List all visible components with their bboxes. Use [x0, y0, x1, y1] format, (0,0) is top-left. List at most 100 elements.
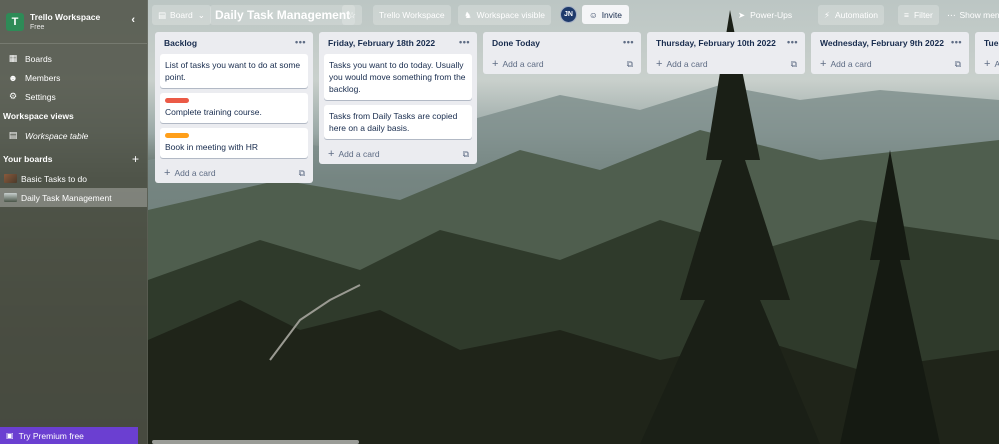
filter-label: Filter	[913, 10, 933, 20]
more-icon: ⋯	[947, 9, 956, 20]
card-template-icon[interactable]: ⧉	[627, 59, 633, 70]
horizontal-scrollbar[interactable]	[152, 440, 359, 444]
add-card-label: Add a card	[338, 149, 380, 159]
visibility-label: Workspace visible	[476, 10, 545, 20]
card-text: Book in meeting with HR	[165, 142, 259, 152]
card[interactable]: Tasks you want to do today. Usually you …	[324, 54, 472, 100]
star-icon: ☆	[348, 9, 356, 20]
filter-button[interactable]: ≡ Filter	[898, 5, 939, 25]
gear-icon: ⚙	[8, 91, 18, 101]
card-template-icon[interactable]: ⧉	[463, 149, 469, 160]
board-icon: ▦	[8, 53, 18, 63]
card-template-icon[interactable]: ⧉	[791, 59, 797, 70]
workspace-header[interactable]: T Trello Workspace Free ‹	[0, 0, 147, 44]
card-label-red[interactable]	[165, 98, 189, 103]
list-title: Friday, February 18th 2022	[328, 38, 436, 48]
person-icon: ☻	[8, 72, 18, 83]
more-icon[interactable]: •••	[787, 37, 798, 47]
add-card-label: A	[994, 59, 999, 69]
add-person-icon: ☺	[589, 9, 598, 20]
sidebar-board-basic-tasks[interactable]: Basic Tasks to do	[0, 169, 147, 188]
your-boards-heading: Your boards +	[0, 149, 147, 169]
plus-icon: +	[984, 58, 991, 70]
sidebar-item-boards[interactable]: ▦ Boards	[0, 49, 147, 68]
show-menu-label: Show menu	[959, 10, 999, 20]
sidebar-board-daily-task[interactable]: Daily Task Management	[0, 188, 147, 207]
board-thumbnail	[4, 193, 17, 202]
board-label: Daily Task Management	[21, 192, 112, 203]
sidebar-item-members[interactable]: ☻ Members	[0, 68, 147, 87]
sidebar-item-settings[interactable]: ⚙ Settings	[0, 87, 147, 106]
add-card-button[interactable]: + Add a card ⧉	[647, 54, 805, 74]
board-thumbnail	[4, 174, 17, 183]
add-card-button[interactable]: + A	[975, 54, 999, 74]
star-button[interactable]: ☆	[342, 5, 362, 25]
list-header[interactable]: Tues	[975, 32, 999, 54]
premium-label: Try Premium free	[18, 430, 84, 441]
more-icon[interactable]: •••	[459, 37, 470, 47]
card[interactable]: List of tasks you want to do at some poi…	[160, 54, 308, 88]
list-title: Backlog	[164, 38, 198, 48]
add-card-button[interactable]: + Add a card ⧉	[811, 54, 969, 74]
avatar[interactable]: JN	[560, 6, 577, 23]
card-template-icon[interactable]: ⧉	[955, 59, 961, 70]
workspace-avatar: T	[6, 12, 24, 31]
add-card-label: Add a card	[174, 168, 216, 178]
plus-icon: +	[164, 167, 171, 179]
card[interactable]: Complete training course.	[160, 93, 308, 123]
add-card-label: Add a card	[830, 59, 872, 69]
list-header[interactable]: Thursday, February 10th 2022 •••	[647, 32, 805, 54]
people-icon: ♞	[464, 9, 472, 20]
more-icon[interactable]: •••	[951, 37, 962, 47]
workspace-plan: Free	[30, 24, 45, 31]
more-icon[interactable]: •••	[623, 37, 634, 47]
sidebar-item-workspace-table[interactable]: ▤ Workspace table	[0, 126, 147, 145]
workspace-button[interactable]: Trello Workspace	[373, 5, 451, 25]
filter-icon: ≡	[904, 10, 909, 20]
add-card-button[interactable]: + Add a card ⧉	[483, 54, 641, 74]
board-label: Basic Tasks to do	[21, 173, 87, 184]
automation-button[interactable]: ⚡ Automation	[818, 5, 884, 25]
visibility-button[interactable]: ♞ Workspace visible	[458, 5, 551, 25]
more-icon[interactable]: •••	[295, 37, 306, 47]
board-title[interactable]: Daily Task Management	[210, 5, 356, 25]
table-icon: ▤	[8, 130, 18, 140]
list-title: Tues	[984, 38, 999, 48]
sidebar-item-label: Boards	[25, 53, 52, 64]
add-card-label: Add a card	[502, 59, 544, 69]
automation-label: Automation	[834, 10, 878, 20]
view-label: Board	[170, 10, 193, 20]
sidebar: T Trello Workspace Free ‹ ▦ Boards ☻ Mem…	[0, 0, 148, 444]
view-switcher-button[interactable]: ▤ Board ⌄	[152, 5, 211, 25]
add-card-button[interactable]: + Add a card ⧉	[319, 144, 477, 164]
list-header[interactable]: Done Today •••	[483, 32, 641, 54]
chevron-left-icon[interactable]: ‹	[131, 14, 135, 26]
sidebar-item-label: Members	[25, 72, 61, 83]
card-label-orange[interactable]	[165, 133, 189, 138]
invite-label: Invite	[601, 9, 623, 20]
list-thursday: Thursday, February 10th 2022 ••• + Add a…	[647, 32, 805, 74]
add-card-label: Add a card	[666, 59, 708, 69]
list-title: Thursday, February 10th 2022	[656, 38, 776, 48]
invite-button[interactable]: ☺ Invite	[582, 5, 630, 24]
list-header[interactable]: Wednesday, February 9th 2022 •••	[811, 32, 969, 54]
list-done-today: Done Today ••• + Add a card ⧉	[483, 32, 641, 74]
power-ups-button[interactable]: ➤ Power-Ups	[738, 5, 792, 25]
card[interactable]: Tasks from Daily Tasks are copied here o…	[324, 105, 472, 139]
chevron-down-icon: ⌄	[197, 9, 205, 20]
try-premium-button[interactable]: ▣ Try Premium free	[0, 427, 138, 444]
plus-icon: +	[328, 148, 335, 160]
list-tuesday: Tues + A	[975, 32, 999, 74]
card-template-icon[interactable]: ⧉	[299, 168, 305, 179]
plus-icon[interactable]: +	[132, 152, 139, 166]
plus-icon: +	[820, 58, 827, 70]
power-ups-label: Power-Ups	[750, 10, 793, 20]
card[interactable]: Book in meeting with HR	[160, 128, 308, 158]
list-header[interactable]: Friday, February 18th 2022 •••	[319, 32, 477, 54]
sidebar-item-label: Settings	[25, 91, 56, 102]
list-header[interactable]: Backlog •••	[155, 32, 313, 54]
show-menu-button[interactable]: ⋯ Show menu	[947, 5, 999, 25]
add-card-button[interactable]: + Add a card ⧉	[155, 163, 313, 183]
list-wednesday: Wednesday, February 9th 2022 ••• + Add a…	[811, 32, 969, 74]
plus-icon: +	[492, 58, 499, 70]
